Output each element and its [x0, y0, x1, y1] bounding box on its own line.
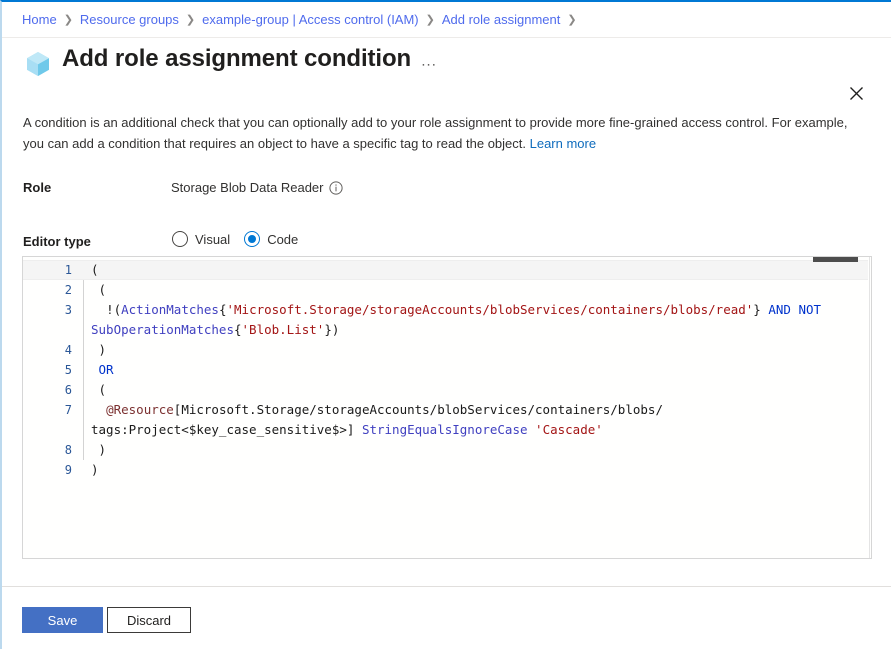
- code-token-op: [528, 422, 536, 437]
- code-line-content[interactable]: OR: [83, 360, 868, 380]
- azure-condition-cube-icon: [23, 49, 53, 79]
- code-token-kw: AND NOT: [768, 302, 821, 317]
- discard-button[interactable]: Discard: [107, 607, 191, 633]
- code-line[interactable]: 2 (: [23, 280, 868, 300]
- code-line-content[interactable]: (: [83, 260, 868, 280]
- radio-circle-code[interactable]: [244, 231, 260, 247]
- description-text: A condition is an additional check that …: [23, 112, 867, 154]
- description-body: A condition is an additional check that …: [23, 115, 848, 151]
- code-line-content[interactable]: (: [83, 380, 868, 400]
- save-button[interactable]: Save: [22, 607, 103, 633]
- learn-more-link[interactable]: Learn more: [530, 136, 596, 151]
- breadcrumb: Home ❯ Resource groups ❯ example-group | Acc…: [2, 2, 891, 38]
- more-options-button[interactable]: ∙∙∙: [418, 55, 440, 77]
- code-token-fn: SubOperationMatches: [91, 322, 234, 337]
- editor-right-rule: [869, 257, 870, 558]
- line-number: 9: [23, 460, 83, 480]
- breadcrumb-item-1[interactable]: Resource groups: [80, 12, 179, 28]
- breadcrumb-item-2[interactable]: example-group | Access control (IAM): [202, 12, 419, 28]
- code-token-fn: StringEqualsIgnoreCase: [362, 422, 528, 437]
- code-token-str: 'Cascade': [535, 422, 603, 437]
- footer-actions: Save Discard: [2, 587, 891, 649]
- code-token-at: @Resource: [106, 402, 174, 417]
- code-token-op: }: [753, 302, 768, 317]
- role-value: Storage Blob Data Reader: [171, 180, 323, 195]
- code-line-content[interactable]: @Resource[Microsoft.Storage/storageAccou…: [83, 400, 868, 440]
- condition-code-editor[interactable]: 1(2 (3 !(ActionMatches{'Microsoft.Storag…: [22, 256, 872, 559]
- code-line-content[interactable]: ): [83, 340, 868, 360]
- code-token-op: }): [324, 322, 339, 337]
- code-token-op: ): [91, 462, 99, 477]
- code-line-content[interactable]: !(ActionMatches{'Microsoft.Storage/stora…: [83, 300, 868, 340]
- close-icon[interactable]: [842, 79, 870, 107]
- line-number: 2: [23, 280, 83, 300]
- radio-label-code: Code: [267, 232, 298, 247]
- code-line[interactable]: 9): [23, 460, 868, 480]
- breadcrumb-separator-icon: ❯: [64, 13, 73, 26]
- breadcrumb-item-0[interactable]: Home: [22, 12, 57, 28]
- line-number: 3: [23, 300, 83, 340]
- line-number: 6: [23, 380, 83, 400]
- code-token-op: [91, 402, 106, 417]
- code-line[interactable]: 6 (: [23, 380, 868, 400]
- code-token-op: {: [234, 322, 242, 337]
- radio-circle-visual[interactable]: [172, 231, 188, 247]
- info-icon[interactable]: [329, 181, 343, 195]
- code-token-op: !(: [91, 302, 121, 317]
- code-token-kw: OR: [99, 362, 114, 377]
- radio-option-code[interactable]: Code: [244, 231, 298, 247]
- blade-panel: Home ❯ Resource groups ❯ example-group | Acc…: [0, 0, 891, 649]
- line-number: 5: [23, 360, 83, 380]
- editor-type-label: Editor type: [23, 234, 91, 249]
- role-label: Role: [23, 180, 51, 195]
- code-lines-container[interactable]: 1(2 (3 !(ActionMatches{'Microsoft.Storag…: [23, 260, 868, 480]
- code-token-op: (: [91, 262, 99, 277]
- breadcrumb-separator-icon: ❯: [426, 13, 435, 26]
- radio-option-visual[interactable]: Visual: [172, 231, 230, 247]
- code-token-str: 'Microsoft.Storage/storageAccounts/blobS…: [227, 302, 754, 317]
- blade-title-row: Add role assignment condition ∙∙∙: [2, 38, 891, 90]
- radio-label-visual: Visual: [195, 232, 230, 247]
- code-line[interactable]: 5 OR: [23, 360, 868, 380]
- code-token-op: ): [91, 342, 106, 357]
- line-number: 4: [23, 340, 83, 360]
- code-token-op: [91, 362, 99, 377]
- breadcrumb-separator-icon: ❯: [186, 13, 195, 26]
- code-token-op: (: [91, 282, 106, 297]
- breadcrumb-separator-icon: ❯: [567, 13, 576, 26]
- line-number: 1: [23, 260, 83, 280]
- breadcrumb-item-3[interactable]: Add role assignment: [442, 12, 561, 28]
- editor-type-radio-group: Visual Code: [172, 231, 298, 247]
- code-token-str: 'Blob.List': [242, 322, 325, 337]
- code-line-content[interactable]: (: [83, 280, 868, 300]
- code-line[interactable]: 3 !(ActionMatches{'Microsoft.Storage/sto…: [23, 300, 868, 340]
- code-line[interactable]: 1(: [23, 260, 868, 280]
- code-line-content[interactable]: ): [83, 460, 868, 480]
- editor-scrollbar-thumb[interactable]: [813, 257, 858, 262]
- line-number: 7: [23, 400, 83, 440]
- code-token-fn: ActionMatches: [121, 302, 219, 317]
- role-value-group: Storage Blob Data Reader: [171, 180, 343, 195]
- code-line[interactable]: 7 @Resource[Microsoft.Storage/storageAcc…: [23, 400, 868, 440]
- code-line-content[interactable]: ): [83, 440, 868, 460]
- code-token-op: ): [91, 442, 106, 457]
- code-token-op: (: [91, 382, 106, 397]
- code-line[interactable]: 4 ): [23, 340, 868, 360]
- code-token-op: {: [219, 302, 227, 317]
- editor-horizontal-scrollbar[interactable]: [23, 257, 871, 262]
- page-title: Add role assignment condition: [62, 45, 411, 73]
- code-line[interactable]: 8 ): [23, 440, 868, 460]
- line-number: 8: [23, 440, 83, 460]
